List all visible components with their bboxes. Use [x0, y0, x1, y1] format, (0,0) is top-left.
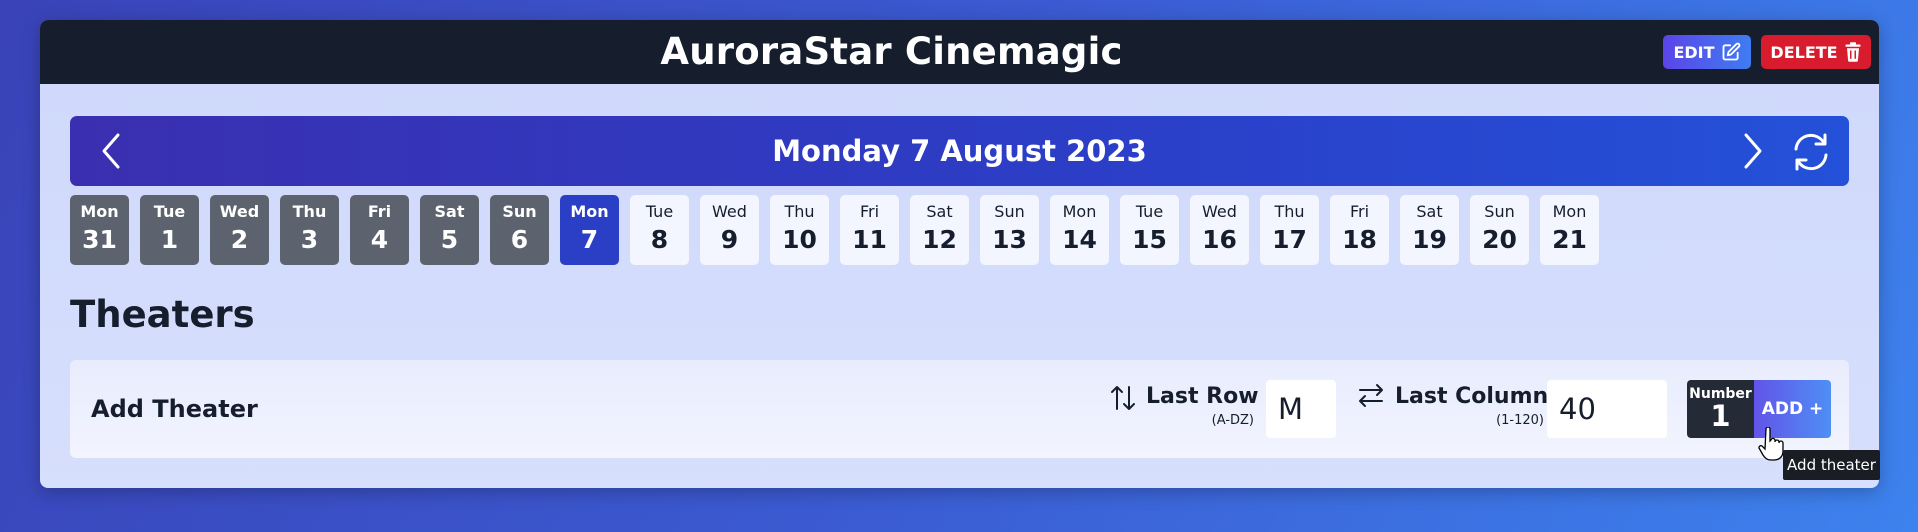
day-number: 17	[1272, 225, 1307, 254]
day-name: Sun	[994, 202, 1025, 221]
day-button[interactable]: Sun 20	[1470, 195, 1529, 265]
theaters-heading: Theaters	[70, 293, 255, 336]
last-column-label: Last Column :	[1395, 384, 1565, 409]
date-navigation: Monday 7 August 2023	[70, 116, 1849, 186]
day-name: Sun	[502, 202, 537, 221]
top-bar: AuroraStar Cinemagic EDIT DELETE	[40, 20, 1879, 84]
day-number: 5	[440, 225, 459, 254]
day-button[interactable]: Thu 3	[280, 195, 339, 265]
day-number: 2	[230, 225, 249, 254]
cinema-title: AuroraStar Cinemagic	[660, 30, 1123, 73]
edit-label: EDIT	[1673, 42, 1715, 62]
day-number: 12	[922, 225, 957, 254]
day-number: 16	[1202, 225, 1237, 254]
day-number: 6	[510, 225, 529, 254]
day-number: 7	[580, 225, 599, 254]
last-row-input[interactable]	[1266, 380, 1336, 438]
trash-icon	[1845, 42, 1861, 62]
number-value: 1	[1710, 399, 1731, 433]
day-button[interactable]: Thu 10	[770, 195, 829, 265]
day-button[interactable]: Fri 11	[840, 195, 899, 265]
day-number: 9	[720, 225, 739, 254]
cinema-card: AuroraStar Cinemagic EDIT DELETE Monday …	[40, 20, 1879, 488]
day-number: 10	[782, 225, 817, 254]
day-number: 31	[82, 225, 117, 254]
day-button[interactable]: Sun 6	[490, 195, 549, 265]
edit-icon	[1722, 42, 1740, 61]
day-button[interactable]: Sun 13	[980, 195, 1039, 265]
chevron-right-icon[interactable]	[1732, 131, 1772, 171]
last-row-hint: (A-DZ)	[1211, 413, 1254, 428]
day-name: Wed	[712, 202, 747, 221]
day-name: Mon	[1062, 202, 1097, 221]
add-theater-label: Add Theater	[91, 395, 258, 423]
day-name: Fri	[859, 202, 880, 221]
current-date: Monday 7 August 2023	[772, 134, 1147, 168]
day-number: 4	[370, 225, 389, 254]
day-number: 21	[1552, 225, 1587, 254]
day-number: 11	[852, 225, 887, 254]
day-number: 15	[1132, 225, 1167, 254]
day-selector: Mon 31 Tue 1 Wed 2 Thu 3 Fri 4 Sat 5 Sun 6 Mon 7 Tue 8 Wed…	[70, 195, 1670, 265]
last-column-input[interactable]	[1547, 380, 1667, 438]
day-number: 14	[1062, 225, 1097, 254]
day-button[interactable]: Fri 4	[350, 195, 409, 265]
day-name: Sat	[1416, 202, 1443, 221]
day-button[interactable]: Wed 2	[210, 195, 269, 265]
day-number: 20	[1482, 225, 1517, 254]
day-button[interactable]: Sat 5	[420, 195, 479, 265]
day-name: Fri	[1349, 202, 1370, 221]
day-number: 19	[1412, 225, 1447, 254]
day-name: Sun	[1484, 202, 1515, 221]
day-button[interactable]: Wed 9	[700, 195, 759, 265]
day-name: Tue	[153, 202, 186, 221]
day-button[interactable]: Fri 18	[1330, 195, 1389, 265]
day-name: Tue	[645, 202, 674, 221]
day-name: Mon	[1552, 202, 1587, 221]
day-button[interactable]: Sat 19	[1400, 195, 1459, 265]
chevron-left-icon[interactable]	[92, 131, 132, 171]
day-button[interactable]: Mon 7	[560, 195, 619, 265]
sort-vertical-icon	[1111, 386, 1135, 410]
refresh-icon[interactable]	[1788, 129, 1834, 175]
day-name: Mon	[80, 202, 119, 221]
swap-horizontal-icon	[1359, 384, 1383, 407]
day-button[interactable]: Sat 12	[910, 195, 969, 265]
last-row-label: Last Row :	[1146, 384, 1275, 409]
last-column-hint: (1-120)	[1496, 413, 1544, 428]
day-name: Thu	[784, 202, 815, 221]
day-number: 8	[650, 225, 669, 254]
day-name: Sat	[434, 202, 465, 221]
day-number: 1	[160, 225, 179, 254]
day-name: Fri	[367, 202, 392, 221]
day-name: Tue	[1135, 202, 1164, 221]
day-name: Wed	[1202, 202, 1237, 221]
day-name: Thu	[292, 202, 327, 221]
day-number: 18	[1342, 225, 1377, 254]
day-button[interactable]: Mon 14	[1050, 195, 1109, 265]
day-button[interactable]: Mon 21	[1540, 195, 1599, 265]
delete-label: DELETE	[1770, 42, 1838, 62]
day-number: 13	[992, 225, 1027, 254]
day-button[interactable]: Tue 8	[630, 195, 689, 265]
day-button[interactable]: Tue 1	[140, 195, 199, 265]
day-button[interactable]: Wed 16	[1190, 195, 1249, 265]
day-name: Sat	[926, 202, 953, 221]
day-number: 3	[300, 225, 319, 254]
day-button[interactable]: Thu 17	[1260, 195, 1319, 265]
day-button[interactable]: Mon 31	[70, 195, 129, 265]
day-name: Wed	[219, 202, 260, 221]
edit-button[interactable]: EDIT	[1663, 35, 1751, 69]
delete-button[interactable]: DELETE	[1761, 35, 1871, 69]
day-button[interactable]: Tue 15	[1120, 195, 1179, 265]
add-theater-tooltip: Add theater	[1783, 450, 1880, 480]
theater-number-badge: Number 1	[1687, 380, 1754, 438]
day-name: Mon	[570, 202, 609, 221]
hand-cursor-icon	[1758, 427, 1784, 461]
add-theater-panel: Add Theater Last Row : (A-DZ) Last Colum…	[70, 360, 1849, 458]
day-name: Thu	[1274, 202, 1305, 221]
